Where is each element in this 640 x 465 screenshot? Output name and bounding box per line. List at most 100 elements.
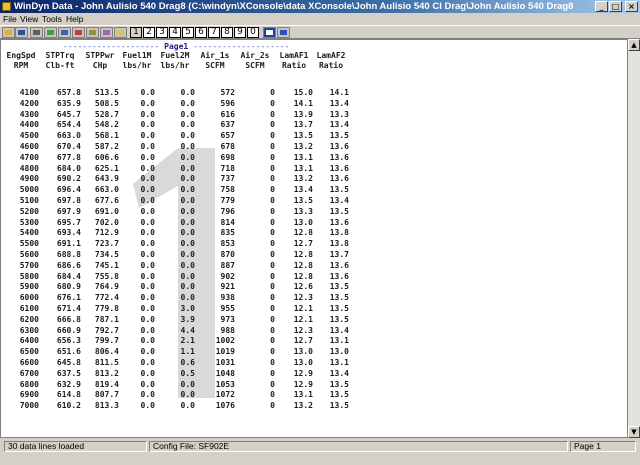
cell-stptrq: 635.9 (56, 98, 81, 108)
menu-file[interactable]: File (3, 13, 17, 25)
cell-fuel2m: 0.0 (180, 250, 195, 259)
page-label: Page1 (164, 42, 189, 51)
cell-stppwr: 625.1 (94, 163, 119, 173)
cell-fuel2m: 0.0 (180, 88, 195, 97)
cell-stptrq: 651.6 (56, 347, 81, 357)
cell-stppwr: 792.7 (94, 325, 119, 335)
cell-air1s: 1048 (215, 368, 235, 378)
cell-air2s: 0 (270, 379, 275, 389)
cell-air2s: 0 (270, 282, 275, 292)
cell-air2s: 0 (270, 347, 275, 357)
cell-lamaf2: 13.6 (329, 174, 349, 184)
cell-air2s: 0 (270, 88, 275, 97)
page-button-9[interactable]: 9 (234, 27, 246, 38)
cell-fuel1m: 0.0 (140, 206, 155, 216)
title-bar[interactable]: WinDyn Data - John Aulisio 540 Drag8 (C:… (0, 0, 640, 13)
cell-engspd: 5600 (19, 250, 39, 259)
cell-fuel1m: 0.0 (140, 282, 155, 292)
page-button-7[interactable]: 7 (208, 27, 220, 38)
cell-lamaf1: 13.1 (293, 163, 313, 173)
cell-fuel2m: 0.0 (180, 293, 195, 303)
cell-fuel1m: 0.0 (140, 379, 155, 389)
cell-stptrq: 671.4 (56, 304, 81, 313)
cell-fuel1m: 0.0 (140, 336, 155, 346)
cell-air2s: 0 (270, 368, 275, 378)
cell-lamaf2: 13.4 (329, 98, 349, 108)
cell-air1s: 1002 (215, 336, 235, 346)
cell-air2s: 0 (270, 152, 275, 162)
cell-fuel2m: 0.5 (180, 368, 195, 378)
cell-fuel1m: 0.0 (140, 109, 155, 119)
page-button-8[interactable]: 8 (221, 27, 233, 38)
cell-stppwr: 712.9 (94, 228, 119, 238)
menu-view[interactable]: View (20, 13, 38, 25)
cell-lamaf2: 13.5 (329, 293, 349, 303)
status-config-file: Config File: SF902E (149, 441, 568, 452)
cell-lamaf1: 13.5 (293, 131, 313, 141)
unit-lamaf2: Ratio (318, 61, 344, 70)
page-button-6[interactable]: 6 (195, 27, 207, 38)
cell-lamaf1: 12.7 (293, 336, 313, 346)
unit-stptrq: Clb-ft (45, 61, 75, 70)
cell-stptrq: 660.9 (56, 325, 81, 335)
cell-engspd: 5200 (19, 206, 39, 216)
page-button-5[interactable]: 5 (182, 27, 194, 38)
report-icon[interactable] (100, 27, 113, 38)
cell-lamaf2: 13.8 (329, 239, 349, 249)
cell-fuel1m: 0.0 (140, 174, 155, 184)
page-button-3[interactable]: 3 (156, 27, 168, 38)
cell-fuel1m: 0.0 (140, 401, 155, 411)
cell-air1s: 902 (220, 271, 235, 281)
cell-lamaf1: 13.0 (293, 347, 313, 357)
cell-lamaf2: 13.4 (329, 196, 349, 205)
menu-help[interactable]: Help (66, 13, 83, 25)
page-button-1[interactable]: 1 (130, 27, 142, 38)
cell-engspd: 6700 (19, 368, 39, 378)
vertical-scrollbar[interactable]: ▲ ▼ (628, 39, 640, 438)
page-button-4[interactable]: 4 (169, 27, 181, 38)
page-button-0[interactable]: 0 (247, 27, 259, 38)
cell-engspd: 4400 (19, 120, 39, 130)
cell-fuel2m: 3.9 (180, 314, 195, 324)
cell-fuel2m: 0.0 (180, 152, 195, 162)
cell-lamaf1: 12.8 (293, 260, 313, 270)
table-row: 6900 614.8 807.7 0.0 0.0 1072 0 13.1 13.5 (3, 390, 349, 399)
edit-icon[interactable] (58, 27, 71, 38)
config-icon[interactable] (72, 27, 85, 38)
menu-bar: File View Tools Help (0, 13, 640, 25)
cell-lamaf2: 13.0 (329, 347, 349, 357)
status-lines-loaded: 30 data lines loaded (4, 441, 147, 452)
scroll-up-arrow-icon[interactable]: ▲ (628, 39, 640, 51)
print-icon[interactable] (30, 27, 43, 38)
cell-fuel2m: 0.0 (180, 379, 195, 389)
report-view[interactable]: -------------------- Page1 -------------… (0, 39, 628, 438)
app-icon[interactable] (2, 2, 11, 11)
data-grid-icon[interactable] (86, 27, 99, 38)
cell-stppwr: 587.2 (94, 142, 119, 151)
cell-engspd: 5000 (19, 185, 39, 195)
close-button[interactable]: × (625, 1, 638, 12)
cell-stppwr: 745.1 (94, 260, 119, 270)
cell-air1s: 988 (220, 325, 235, 335)
cell-lamaf2: 13.5 (329, 131, 349, 141)
header-fuel2m: Fuel2M (160, 51, 190, 60)
menu-tools[interactable]: Tools (42, 13, 62, 25)
cell-lamaf2: 13.6 (329, 217, 349, 227)
cell-lamaf2: 13.5 (329, 282, 349, 292)
cell-air2s: 0 (270, 206, 275, 216)
page-button-2[interactable]: 2 (143, 27, 155, 38)
folder-icon[interactable] (114, 27, 127, 38)
graph-icon[interactable] (44, 27, 57, 38)
export-icon[interactable] (263, 27, 276, 38)
table-row: 6100 671.4 779.8 0.0 3.0 955 0 12.1 13.5 (3, 304, 349, 313)
cell-stptrq: 695.7 (56, 217, 81, 227)
header-lamaf2: LamAF2 (316, 51, 346, 60)
column-headers: EngSpd STPTrq STPPwr Fuel1M Fuel2M Air_1s Air_… (3, 51, 349, 60)
open-file-icon[interactable] (2, 27, 15, 38)
cell-air1s: 572 (220, 88, 235, 97)
minimize-button[interactable]: _ (595, 1, 608, 12)
scroll-down-arrow-icon[interactable]: ▼ (628, 426, 640, 438)
save-icon[interactable] (15, 27, 28, 38)
tools-icon[interactable] (277, 27, 290, 38)
maximize-button[interactable]: □ (609, 1, 622, 12)
